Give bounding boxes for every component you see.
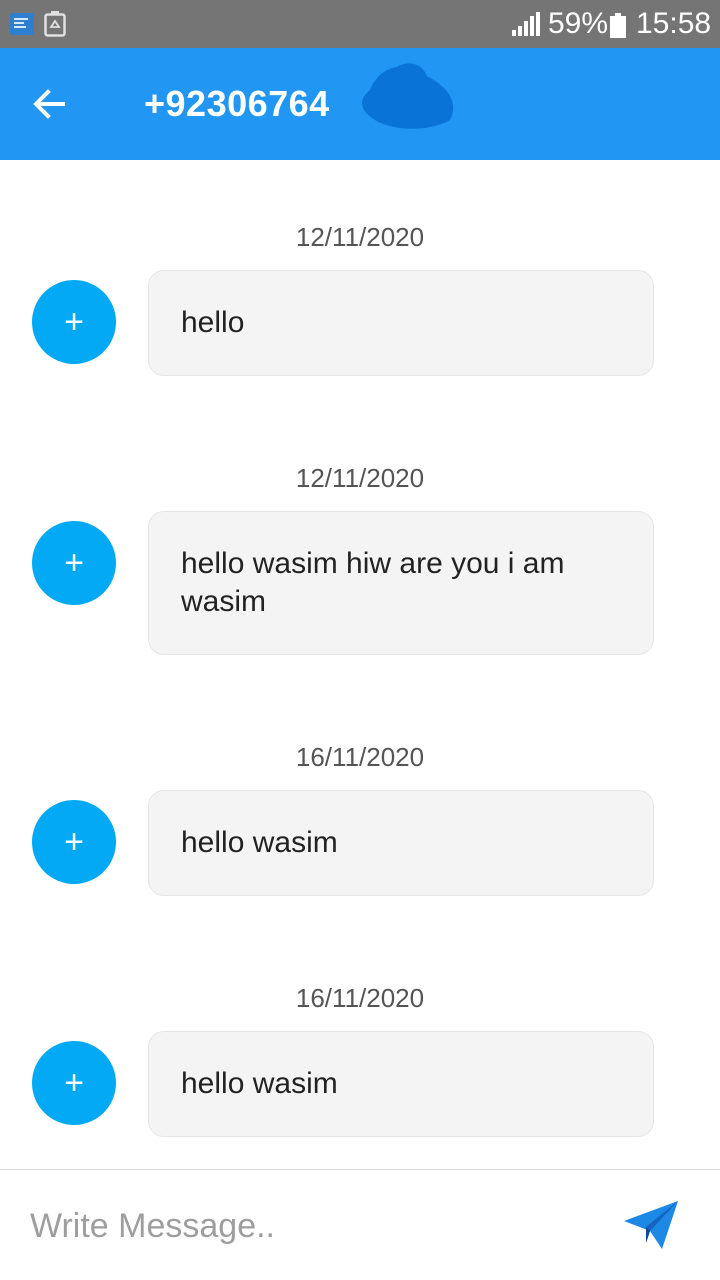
back-button[interactable]: [24, 76, 74, 132]
message-bubble: hello wasim: [148, 790, 654, 896]
message-input[interactable]: [30, 1198, 590, 1254]
status-bar: 59% 15:58: [0, 0, 720, 48]
message-bubble: hello: [148, 270, 654, 376]
message-bubble: hello wasim: [148, 1031, 654, 1137]
composer-divider: [0, 1169, 720, 1170]
contact-number-title: +92306764: [144, 83, 330, 124]
avatar[interactable]: +: [32, 800, 116, 884]
clock-time: 15:58: [636, 7, 712, 40]
message-date: 12/11/2020: [295, 463, 425, 493]
redaction-scribble: [362, 63, 454, 129]
send-icon: [624, 1201, 678, 1249]
signal-icon: [512, 12, 540, 43]
message-bubble: hello wasim hiw are you i am wasim: [148, 511, 654, 655]
message-date: 16/11/2020: [295, 742, 425, 772]
arrow-left-icon: [33, 89, 65, 119]
message-date: 12/11/2020: [295, 222, 425, 252]
battery-icon: [610, 13, 626, 38]
send-button[interactable]: [616, 1194, 686, 1256]
avatar[interactable]: +: [32, 280, 116, 364]
avatar[interactable]: +: [32, 521, 116, 605]
notification-message-icon: [10, 13, 34, 35]
app-bar: +92306764: [0, 48, 720, 160]
battery-percent: 59%: [548, 7, 609, 40]
recycle-icon: [44, 11, 66, 37]
avatar[interactable]: +: [32, 1041, 116, 1125]
message-date: 16/11/2020: [295, 983, 425, 1013]
